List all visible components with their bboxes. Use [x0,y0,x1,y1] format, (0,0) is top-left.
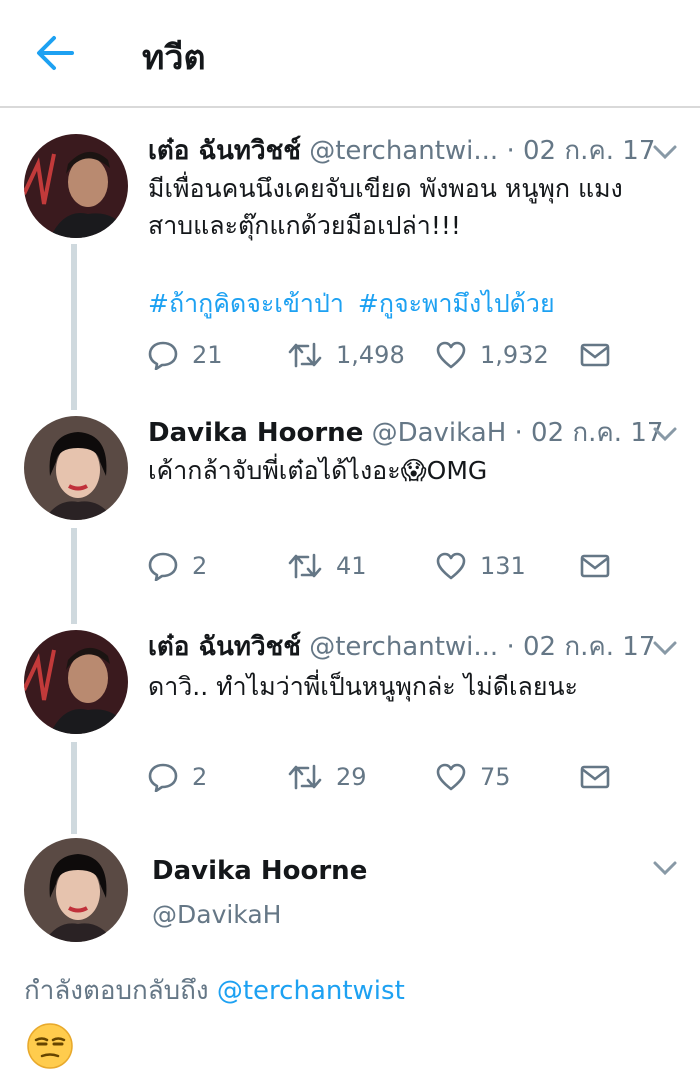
tweet-meta: เต๋อ ฉันทวิชช์ @terchantwi... · 02 ก.ค. … [148,630,655,664]
envelope-icon [580,765,610,789]
tweet-date[interactable]: · 02 ก.ค. 17 [506,136,655,166]
tweet-meta: Davika Hoorne @DavikaH · 02 ก.ค. 17 [148,416,663,450]
like-button[interactable]: 75 [436,760,511,794]
like-count: 75 [480,763,511,791]
reply-icon [148,552,178,581]
chevron-down-icon[interactable] [652,424,678,444]
reply-button[interactable]: 21 [148,338,223,372]
like-button[interactable]: 131 [436,549,526,583]
avatar-davikah[interactable] [24,838,128,942]
user-name[interactable]: เต๋อ ฉันทวิชช์ [148,136,301,166]
tweet-text: เค้ากล้าจับพี่เต๋อได้ไงอะ😱OMG [148,452,487,489]
user-handle[interactable]: @terchantwi... [309,632,498,662]
envelope-icon [580,554,610,578]
reply-count: 21 [192,341,223,369]
reply-count: 2 [192,552,208,580]
reply-button[interactable]: 2 [148,760,207,794]
tweet-text-line: มีเพื่อนคนนึงเคยจับเขียด พังพอน หนูพุก แ… [148,174,623,203]
user-handle[interactable]: @DavikaH [152,900,281,929]
hashtags: #ถ้ากูคิดจะเข้าป่า #กูจะพามึงไปด้วย [148,284,569,324]
tweet-actions: 21 1,498 1,932 [148,338,648,372]
hashtag-link[interactable]: #ถ้ากูคิดจะเข้าป่า [148,289,344,318]
envelope-icon [580,343,610,367]
mention-link[interactable]: @terchantwist [217,976,405,1006]
like-count: 131 [480,552,526,580]
chevron-down-icon[interactable] [652,858,678,878]
dm-button[interactable] [580,549,624,583]
retweet-button[interactable]: 41 [288,549,367,583]
heart-icon [436,763,466,791]
retweet-button[interactable]: 29 [288,760,367,794]
reply-count: 2 [192,763,208,791]
reply-button[interactable]: 2 [148,549,207,583]
chevron-down-icon[interactable] [652,638,678,658]
replying-to-label: กำลังตอบกลับถึง [24,976,209,1006]
retweet-button[interactable]: 1,498 [288,338,405,372]
unamused-face-icon [26,1022,74,1070]
tweet-text-line: เค้ากล้าจับพี่เต๋อได้ไงอะ😱OMG [148,456,488,485]
top-bar: ทวีต [0,0,700,108]
user-handle[interactable]: @terchantwi... [309,136,498,166]
tweet-text: มีเพื่อนคนนึงเคยจับเขียด พังพอน หนูพุก แ… [148,170,623,244]
tweet-date[interactable]: · 02 ก.ค. 17 [506,632,655,662]
chevron-down-icon[interactable] [652,142,678,162]
heart-icon [436,552,466,580]
dm-button[interactable] [580,338,624,372]
tweet-date[interactable]: · 02 ก.ค. 17 [515,418,664,448]
retweet-icon [288,553,322,579]
reply-icon [148,763,178,792]
user-handle[interactable]: @DavikaH [372,418,507,448]
avatar-davikah[interactable] [24,416,128,520]
heart-icon [436,341,466,369]
tweet-text-line: สาบและตุ๊กแกด้วยมือเปล่า!!! [148,211,461,240]
retweet-count: 1,498 [336,341,405,369]
user-name[interactable]: Davika Hoorne [152,856,367,886]
tweet-meta: เต๋อ ฉันทวิชช์ @terchantwi... · 02 ก.ค. … [148,134,655,168]
reply-icon [148,341,178,370]
retweet-icon [288,764,322,790]
tweet-text: ดาวิ.. ทำไมว่าพี่เป็นหนูพุกล่ะ ไม่ดีเลยน… [148,668,578,705]
avatar-terchantwist[interactable] [24,134,128,238]
like-button[interactable]: 1,932 [436,338,549,372]
user-name[interactable]: Davika Hoorne [148,418,363,448]
dm-button[interactable] [580,760,624,794]
retweet-count: 41 [336,552,367,580]
hashtag-link[interactable]: #กูจะพามึงไปด้วย [358,289,555,318]
user-name[interactable]: เต๋อ ฉันทวิชช์ [148,632,301,662]
thread-line [71,742,77,834]
retweet-count: 29 [336,763,367,791]
retweet-icon [288,342,322,368]
thread-line [71,244,77,410]
tweet-text-line: ดาวิ.. ทำไมว่าพี่เป็นหนูพุกล่ะ ไม่ดีเลยน… [148,672,578,701]
arrow-left-icon[interactable] [34,34,76,72]
like-count: 1,932 [480,341,549,369]
tweet-actions: 2 29 75 [148,760,648,794]
thread-line [71,528,77,624]
replying-to: กำลังตอบกลับถึง @terchantwist [24,970,405,1011]
avatar-terchantwist[interactable] [24,630,128,734]
tweet-actions: 2 41 131 [148,549,648,583]
page-title: ทวีต [142,38,206,78]
